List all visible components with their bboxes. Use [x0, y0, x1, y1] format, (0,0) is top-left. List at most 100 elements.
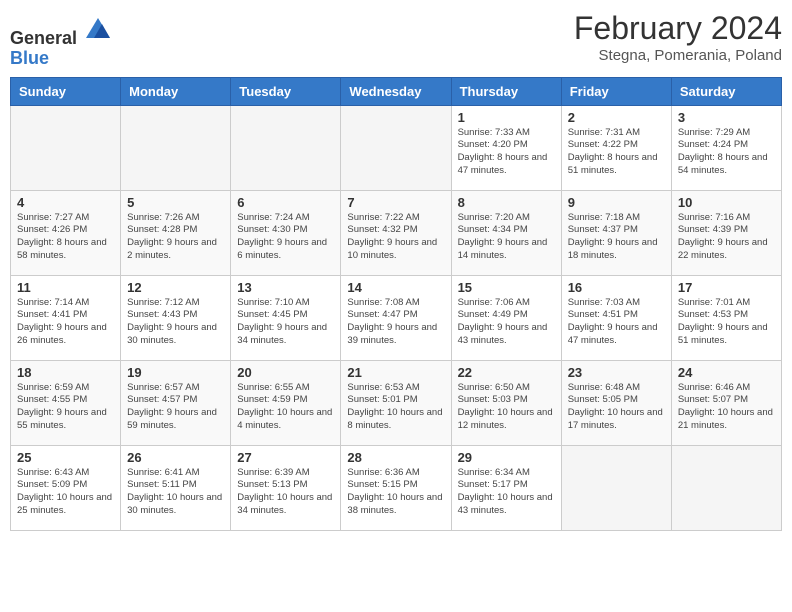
day-number: 28: [347, 450, 444, 465]
logo: General Blue: [10, 16, 112, 69]
day-number: 22: [458, 365, 555, 380]
day-number: 7: [347, 195, 444, 210]
day-cell: 19 Sunrise: 6:57 AM Sunset: 4:57 PM Dayli…: [121, 360, 231, 445]
day-cell: 21 Sunrise: 6:53 AM Sunset: 5:01 PM Dayli…: [341, 360, 451, 445]
day-cell: 11 Sunrise: 7:14 AM Sunset: 4:41 PM Dayli…: [11, 275, 121, 360]
day-number: 24: [678, 365, 775, 380]
day-cell: 7 Sunrise: 7:22 AM Sunset: 4:32 PM Daylig…: [341, 190, 451, 275]
day-number: 29: [458, 450, 555, 465]
week-row-3: 18 Sunrise: 6:59 AM Sunset: 4:55 PM Dayli…: [11, 360, 782, 445]
day-number: 26: [127, 450, 224, 465]
weekday-header-sunday: Sunday: [11, 77, 121, 105]
week-row-0: 1 Sunrise: 7:33 AM Sunset: 4:20 PM Daylig…: [11, 105, 782, 190]
day-number: 5: [127, 195, 224, 210]
day-number: 10: [678, 195, 775, 210]
day-number: 3: [678, 110, 775, 125]
logo-blue-text: Blue: [10, 48, 49, 68]
weekday-header-thursday: Thursday: [451, 77, 561, 105]
day-info: Sunrise: 7:12 AM Sunset: 4:43 PM Dayligh…: [127, 297, 224, 348]
day-info: Sunrise: 7:24 AM Sunset: 4:30 PM Dayligh…: [237, 212, 334, 263]
day-number: 19: [127, 365, 224, 380]
day-cell: 9 Sunrise: 7:18 AM Sunset: 4:37 PM Daylig…: [561, 190, 671, 275]
day-cell: 17 Sunrise: 7:01 AM Sunset: 4:53 PM Dayli…: [671, 275, 781, 360]
day-cell: 13Sunrise: 7:10 AM Sunset: 4:45 PM Dayli…: [231, 275, 341, 360]
day-cell: 20Sunrise: 6:55 AM Sunset: 4:59 PM Dayli…: [231, 360, 341, 445]
day-cell: [341, 105, 451, 190]
day-info: Sunrise: 7:18 AM Sunset: 4:37 PM Dayligh…: [568, 212, 665, 263]
day-number: 11: [17, 280, 114, 295]
day-info: Sunrise: 7:22 AM Sunset: 4:32 PM Dayligh…: [347, 212, 444, 263]
day-info: Sunrise: 7:20 AM Sunset: 4:34 PM Dayligh…: [458, 212, 555, 263]
day-number: 21: [347, 365, 444, 380]
day-number: 2: [568, 110, 665, 125]
subtitle: Stegna, Pomerania, Poland: [574, 47, 782, 64]
day-number: 9: [568, 195, 665, 210]
day-cell: 6 Sunrise: 7:24 AM Sunset: 4:30 PM Daylig…: [231, 190, 341, 275]
day-number: 15: [458, 280, 555, 295]
day-number: 6: [237, 195, 334, 210]
day-number: 4: [17, 195, 114, 210]
day-cell: 4 Sunrise: 7:27 AM Sunset: 4:26 PM Daylig…: [11, 190, 121, 275]
day-cell: 29 Sunrise: 6:34 AM Sunset: 5:17 PM Dayli…: [451, 445, 561, 530]
day-info: Sunrise: 6:34 AM Sunset: 5:17 PM Dayligh…: [458, 467, 555, 518]
weekday-header-tuesday: Tuesday: [231, 77, 341, 105]
weekday-header-saturday: Saturday: [671, 77, 781, 105]
day-info: Sunrise: 7:26 AM Sunset: 4:28 PM Dayligh…: [127, 212, 224, 263]
day-number: 17: [678, 280, 775, 295]
weekday-header-friday: Friday: [561, 77, 671, 105]
day-info: Sunrise: 6:50 AM Sunset: 5:03 PM Dayligh…: [458, 382, 555, 433]
day-cell: 1 Sunrise: 7:33 AM Sunset: 4:20 PM Daylig…: [451, 105, 561, 190]
day-cell: [561, 445, 671, 530]
day-info: Sunrise: 7:10 AM Sunset: 4:45 PM Dayligh…: [237, 297, 334, 348]
main-title: February 2024: [574, 10, 782, 47]
day-cell: 26Sunrise: 6:41 AM Sunset: 5:11 PM Dayli…: [121, 445, 231, 530]
day-number: 1: [458, 110, 555, 125]
day-number: 16: [568, 280, 665, 295]
day-cell: 24 Sunrise: 6:46 AM Sunset: 5:07 PM Dayli…: [671, 360, 781, 445]
day-number: 18: [17, 365, 114, 380]
day-cell: 23 Sunrise: 6:48 AM Sunset: 5:05 PM Dayli…: [561, 360, 671, 445]
day-info: Sunrise: 7:33 AM Sunset: 4:20 PM Dayligh…: [458, 127, 555, 178]
day-cell: [11, 105, 121, 190]
week-row-1: 4 Sunrise: 7:27 AM Sunset: 4:26 PM Daylig…: [11, 190, 782, 275]
day-info: Sunrise: 7:31 AM Sunset: 4:22 PM Dayligh…: [568, 127, 665, 178]
day-number: 20: [237, 365, 334, 380]
day-info: Sunrise: 6:48 AM Sunset: 5:05 PM Dayligh…: [568, 382, 665, 433]
day-info: Sunrise: 7:14 AM Sunset: 4:41 PM Dayligh…: [17, 297, 114, 348]
day-cell: 8 Sunrise: 7:20 AM Sunset: 4:34 PM Daylig…: [451, 190, 561, 275]
weekday-header-row: SundayMondayTuesdayWednesdayThursdayFrid…: [11, 77, 782, 105]
day-number: 23: [568, 365, 665, 380]
day-info: Sunrise: 7:27 AM Sunset: 4:26 PM Dayligh…: [17, 212, 114, 263]
day-number: 25: [17, 450, 114, 465]
day-cell: [671, 445, 781, 530]
day-cell: 15 Sunrise: 7:06 AM Sunset: 4:49 PM Dayli…: [451, 275, 561, 360]
day-info: Sunrise: 6:53 AM Sunset: 5:01 PM Dayligh…: [347, 382, 444, 433]
weekday-header-monday: Monday: [121, 77, 231, 105]
title-area: February 2024 Stegna, Pomerania, Poland: [574, 10, 782, 64]
logo-general-text: General: [10, 28, 77, 48]
day-cell: [231, 105, 341, 190]
day-cell: 10 Sunrise: 7:16 AM Sunset: 4:39 PM Dayli…: [671, 190, 781, 275]
day-info: Sunrise: 7:08 AM Sunset: 4:47 PM Dayligh…: [347, 297, 444, 348]
weekday-header-wednesday: Wednesday: [341, 77, 451, 105]
day-cell: 27Sunrise: 6:39 AM Sunset: 5:13 PM Dayli…: [231, 445, 341, 530]
day-number: 8: [458, 195, 555, 210]
day-cell: 3Sunrise: 7:29 AM Sunset: 4:24 PM Daylig…: [671, 105, 781, 190]
day-info: Sunrise: 7:16 AM Sunset: 4:39 PM Dayligh…: [678, 212, 775, 263]
day-number: 12: [127, 280, 224, 295]
day-number: 14: [347, 280, 444, 295]
day-cell: 12 Sunrise: 7:12 AM Sunset: 4:43 PM Dayli…: [121, 275, 231, 360]
day-info: Sunrise: 6:36 AM Sunset: 5:15 PM Dayligh…: [347, 467, 444, 518]
header: General Blue February 2024 Stegna, Pomer…: [10, 10, 782, 69]
day-info: Sunrise: 6:39 AM Sunset: 5:13 PM Dayligh…: [237, 467, 334, 518]
day-cell: 25Sunrise: 6:43 AM Sunset: 5:09 PM Dayli…: [11, 445, 121, 530]
day-cell: [121, 105, 231, 190]
day-cell: 22 Sunrise: 6:50 AM Sunset: 5:03 PM Dayli…: [451, 360, 561, 445]
day-info: Sunrise: 6:59 AM Sunset: 4:55 PM Dayligh…: [17, 382, 114, 433]
day-info: Sunrise: 7:01 AM Sunset: 4:53 PM Dayligh…: [678, 297, 775, 348]
week-row-2: 11 Sunrise: 7:14 AM Sunset: 4:41 PM Dayli…: [11, 275, 782, 360]
day-info: Sunrise: 7:06 AM Sunset: 4:49 PM Dayligh…: [458, 297, 555, 348]
day-info: Sunrise: 6:57 AM Sunset: 4:57 PM Dayligh…: [127, 382, 224, 433]
week-row-4: 25Sunrise: 6:43 AM Sunset: 5:09 PM Dayli…: [11, 445, 782, 530]
day-info: Sunrise: 6:46 AM Sunset: 5:07 PM Dayligh…: [678, 382, 775, 433]
